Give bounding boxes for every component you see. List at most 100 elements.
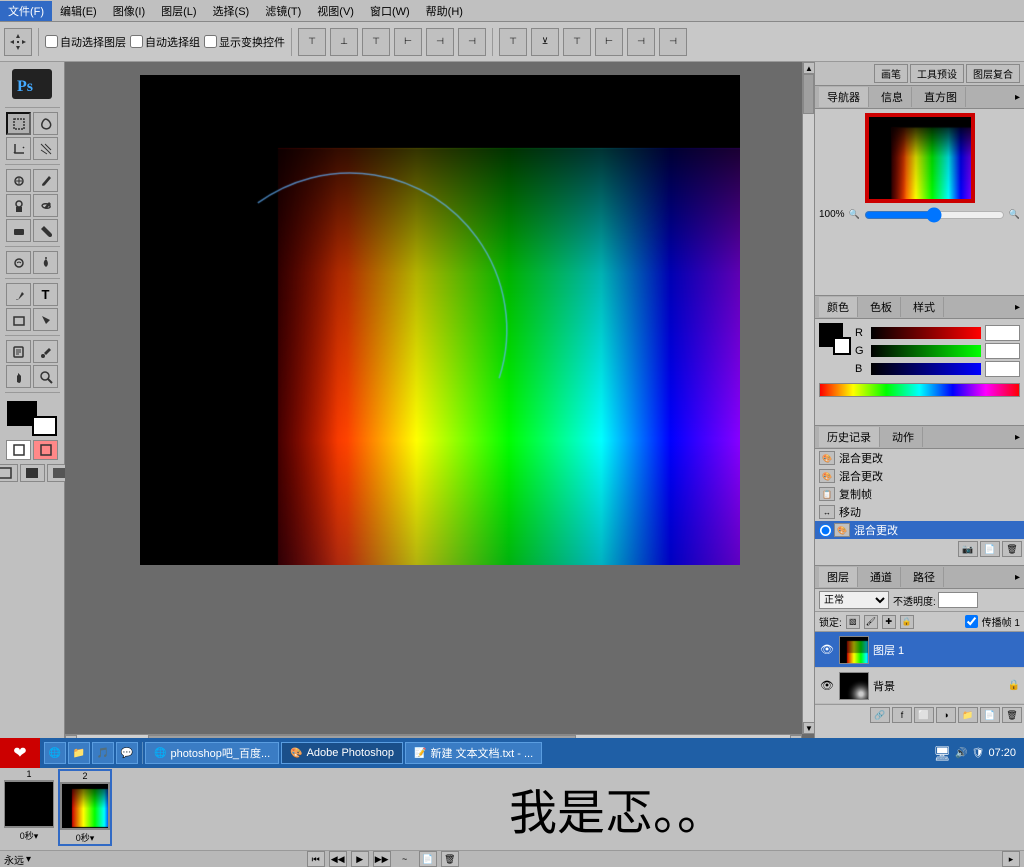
menu-select[interactable]: 选择(S) (205, 1, 258, 21)
taskbar-baidu[interactable]: 🌐 photoshop吧_百度... (145, 742, 279, 764)
taskbar-notepad[interactable]: 📝 新建 文本文档.txt - ... (405, 742, 542, 764)
g-value[interactable]: 255 (985, 343, 1020, 359)
move-tool-btn[interactable] (4, 28, 32, 56)
layer-style-btn[interactable]: f (892, 707, 912, 723)
auto-select-group-check[interactable]: 自动选择组 (130, 34, 200, 50)
g-bar[interactable] (871, 345, 981, 357)
eraser-tool[interactable] (6, 219, 31, 242)
distribute-bottom-btn[interactable]: ⊤ (563, 28, 591, 56)
path-selection-tool[interactable] (33, 308, 58, 331)
fullscreen-btn[interactable] (0, 464, 18, 482)
layer-mask-btn[interactable]: ⬜ (914, 707, 934, 723)
align-right-btn[interactable]: ⊣ (458, 28, 486, 56)
folder-icon[interactable]: 📁 (68, 742, 90, 764)
lock-all-icon[interactable]: 🔒 (900, 615, 914, 629)
scroll-up-btn[interactable]: ▲ (803, 62, 814, 74)
history-brush-tool[interactable] (33, 194, 58, 217)
histogram-tab[interactable]: 直方图 (916, 87, 966, 107)
v-scroll-track[interactable] (803, 74, 814, 722)
history-item-2[interactable]: 🎨 混合更改 (815, 467, 1024, 485)
anim-frame-1[interactable]: 1 0秒▾ (4, 769, 54, 846)
layers-tab[interactable]: 图层 (819, 567, 858, 587)
hand-tool[interactable] (6, 365, 31, 388)
pen-tool[interactable] (6, 283, 31, 306)
auto-select-layer-input[interactable] (45, 35, 58, 48)
layers-options-icon[interactable]: ▸ (1015, 572, 1020, 583)
layer-delete-btn[interactable]: 🗑 (1002, 707, 1022, 723)
align-bottom-btn[interactable]: ⊤ (362, 28, 390, 56)
lock-image-icon[interactable]: 🖌 (864, 615, 878, 629)
taskbar-photoshop[interactable]: 🎨 Adobe Photoshop (281, 742, 403, 764)
quickmask-mode[interactable] (33, 440, 58, 460)
channels-tab[interactable]: 通道 (862, 567, 901, 587)
layer-link-btn[interactable]: 🔗 (870, 707, 890, 723)
show-transform-check[interactable]: 显示变换控件 (204, 34, 285, 50)
history-options-icon[interactable]: ▸ (1015, 432, 1020, 443)
menu-filter[interactable]: 滤镜(T) (257, 1, 309, 21)
zoom-in-icon[interactable]: 🔍 (1009, 209, 1020, 220)
menu-layer[interactable]: 图层(L) (153, 1, 204, 21)
v-scroll-thumb[interactable] (803, 74, 814, 114)
healing-tool[interactable] (6, 169, 31, 192)
zoom-slider[interactable] (864, 211, 1005, 219)
scroll-down-btn[interactable]: ▼ (803, 722, 814, 734)
lock-transparent-icon[interactable]: ▧ (846, 615, 860, 629)
align-vcenter-btn[interactable]: ⊥ (330, 28, 358, 56)
anim-frame-2[interactable]: 2 0秒▾ (58, 769, 112, 846)
history-tab[interactable]: 历史记录 (819, 427, 880, 447)
next-frame-btn[interactable]: ▶▶ (373, 851, 391, 867)
paths-tab[interactable]: 路径 (905, 567, 944, 587)
stamp-tool[interactable] (6, 194, 31, 217)
anim-options-btn[interactable]: ▸ (1002, 851, 1020, 867)
menu-window[interactable]: 窗口(W) (362, 1, 418, 21)
media-icon[interactable]: 🎵 (92, 742, 114, 764)
other-icon[interactable]: 💬 (116, 742, 138, 764)
crop-tool[interactable] (6, 137, 31, 160)
distribute-vcenter-btn[interactable]: ⊻ (531, 28, 559, 56)
navigator-tab[interactable]: 导航器 (819, 87, 869, 107)
slice-tool[interactable] (33, 137, 58, 160)
align-top-btn[interactable]: ⊤ (298, 28, 326, 56)
layer-comps-btn[interactable]: 图层复合 (966, 64, 1020, 83)
info-tab[interactable]: 信息 (873, 87, 912, 107)
menu-edit[interactable]: 编辑(E) (52, 1, 105, 21)
align-left-btn[interactable]: ⊢ (394, 28, 422, 56)
text-tool[interactable]: T (33, 283, 58, 306)
eyedropper-tool[interactable] (33, 340, 58, 363)
color-selector[interactable] (7, 401, 57, 436)
layer-row-1[interactable]: 👁 图层 1 (815, 632, 1024, 668)
canvas-area[interactable] (65, 62, 814, 573)
distribute-top-btn[interactable]: ⊤ (499, 28, 527, 56)
history-item-1[interactable]: 🎨 混合更改 (815, 449, 1024, 467)
blur-tool[interactable] (6, 251, 31, 274)
delete-frame-btn[interactable]: 🗑 (441, 851, 459, 867)
r-value[interactable]: 255 (985, 325, 1020, 341)
lock-move-icon[interactable]: ✚ (882, 615, 896, 629)
color-options-icon[interactable]: ▸ (1015, 302, 1020, 313)
frame1-time[interactable]: 0秒▾ (20, 829, 39, 842)
history-delete-btn[interactable]: 🗑 (1002, 541, 1022, 557)
shape-tool[interactable] (6, 308, 31, 331)
note-tool[interactable] (6, 340, 31, 363)
history-item-3[interactable]: 📋 复制帧 (815, 485, 1024, 503)
dodge-tool[interactable] (33, 251, 58, 274)
history-snapshot-btn[interactable]: 📷 (958, 541, 978, 557)
distribute-left-btn[interactable]: ⊢ (595, 28, 623, 56)
layer2-eye[interactable]: 👁 (819, 678, 835, 694)
fill-tool[interactable] (33, 219, 58, 242)
b-value[interactable]: 255 (985, 361, 1020, 377)
layer-adjust-btn[interactable]: ◑ (936, 707, 956, 723)
distribute-right-btn[interactable]: ⊣ (659, 28, 687, 56)
layer-row-2[interactable]: 👁 背景 🔒 (815, 668, 1024, 704)
zoom-tool[interactable] (33, 365, 58, 388)
history-radio-5[interactable] (819, 524, 832, 537)
show-transform-input[interactable] (204, 35, 217, 48)
styles-tab[interactable]: 样式 (905, 297, 944, 317)
layer1-eye[interactable]: 👁 (819, 642, 835, 658)
zoom-out-icon[interactable]: 🔍 (849, 209, 860, 220)
background-color[interactable] (32, 416, 57, 436)
prev-frame-btn[interactable]: ◀◀ (329, 851, 347, 867)
menu-image[interactable]: 图像(I) (105, 1, 153, 21)
actions-tab[interactable]: 动作 (884, 427, 923, 447)
frame2-time[interactable]: 0秒▾ (76, 831, 95, 844)
